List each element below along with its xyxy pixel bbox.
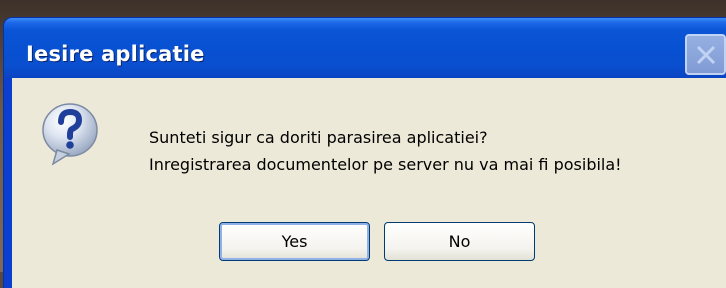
dialog-title: Iesire aplicatie — [26, 42, 205, 66]
no-button[interactable]: No — [384, 222, 535, 261]
title-bar[interactable]: Iesire aplicatie — [4, 18, 726, 78]
question-icon — [42, 103, 98, 166]
message-text: Sunteti sigur ca doriti parasirea aplica… — [149, 124, 622, 178]
close-icon — [696, 45, 716, 65]
dialog-window: Iesire aplicatie Sunteti sigur ca doriti… — [4, 18, 726, 288]
yes-button[interactable]: Yes — [219, 222, 370, 261]
message-line-1: Sunteti sigur ca doriti parasirea aplica… — [149, 128, 488, 147]
message-line-2: Inregistrarea documentelor pe server nu … — [149, 155, 622, 174]
dialog-body: Sunteti sigur ca doriti parasirea aplica… — [12, 78, 726, 288]
close-button[interactable] — [685, 34, 726, 75]
